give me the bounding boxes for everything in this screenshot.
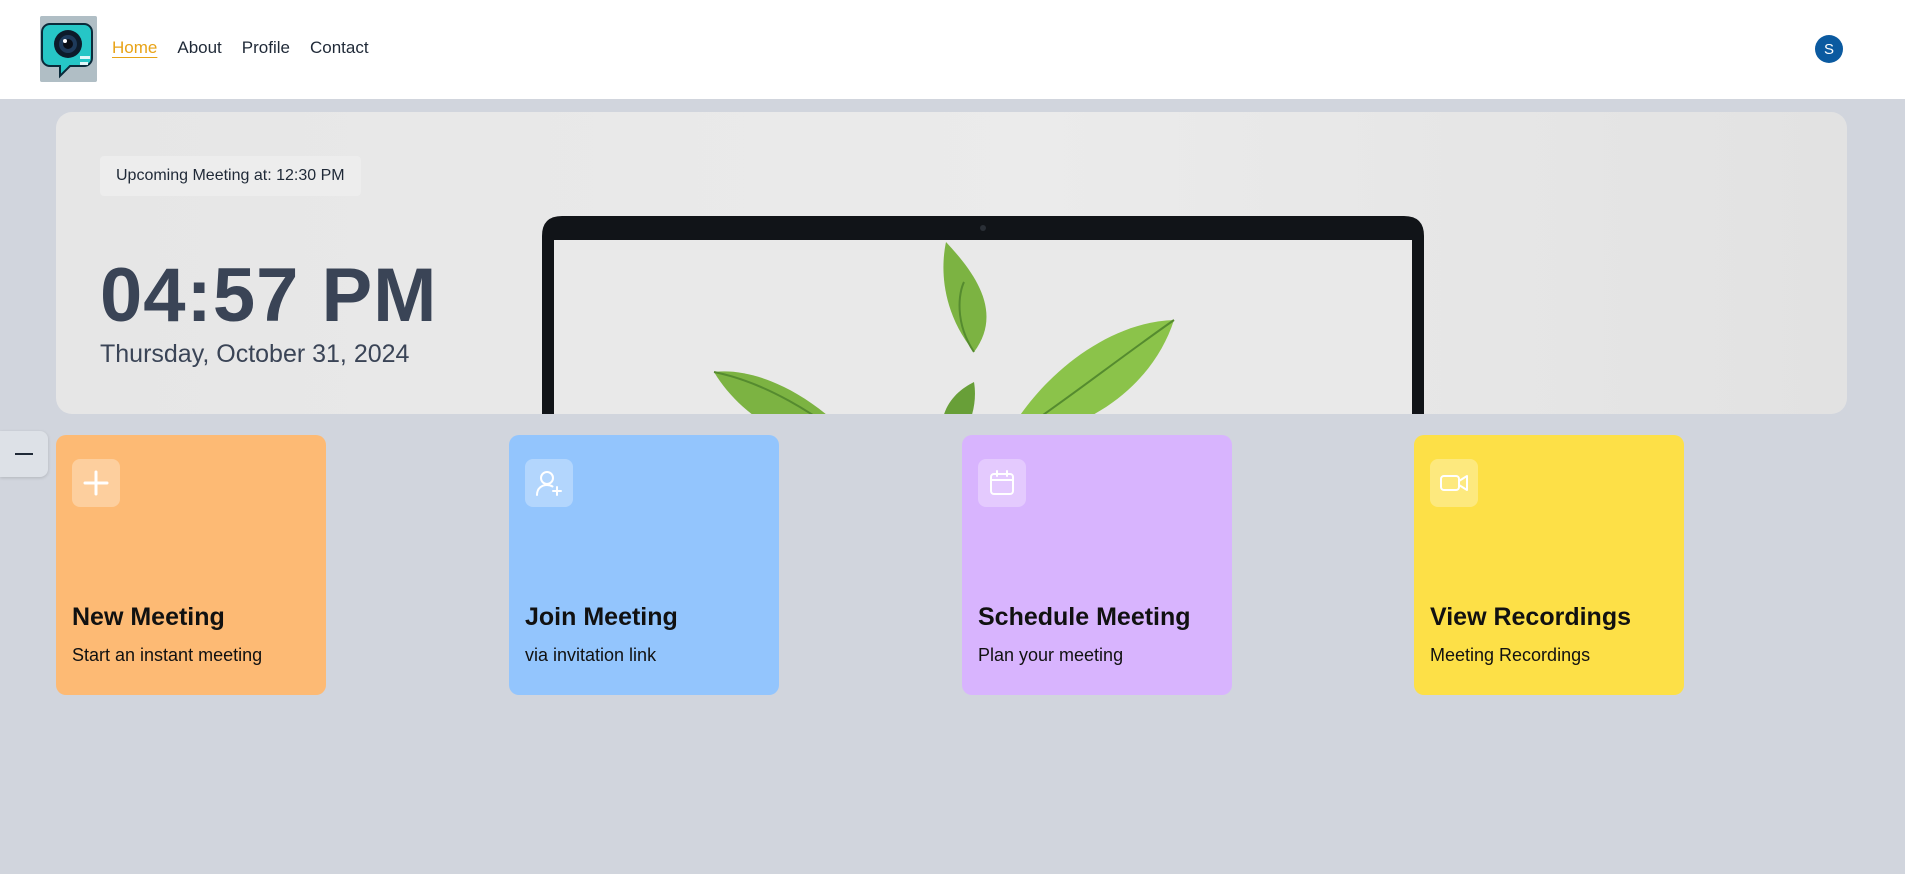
minus-icon — [15, 453, 33, 455]
user-avatar[interactable]: S — [1815, 35, 1843, 63]
user-plus-icon — [525, 459, 573, 507]
card-subtitle: Meeting Recordings — [1430, 645, 1591, 665]
sidebar-collapse-button[interactable] — [0, 431, 48, 477]
app-logo[interactable] — [40, 16, 97, 82]
nav-about-link[interactable]: About — [177, 38, 221, 58]
card-subtitle: via invitation link — [525, 645, 657, 665]
card-title: Join Meeting — [525, 603, 678, 631]
hero-banner: Upcoming Meeting at: 12:30 PM 04:57 PM T… — [56, 112, 1847, 414]
calendar-icon — [978, 459, 1026, 507]
main-nav: Home About Profile Contact — [112, 38, 369, 58]
laptop-plant-image — [542, 216, 1424, 414]
join-meeting-card[interactable]: Join Meeting via invitation link — [509, 435, 779, 695]
new-meeting-card[interactable]: New Meeting Start an instant meeting — [56, 435, 326, 695]
card-title: New Meeting — [72, 603, 225, 631]
top-navbar: Home About Profile Contact S — [0, 0, 1905, 99]
card-title: View Recordings — [1430, 603, 1631, 631]
nav-contact-link[interactable]: Contact — [310, 38, 369, 58]
video-icon — [1430, 459, 1478, 507]
plus-icon — [72, 459, 120, 507]
current-time: 04:57 PM — [100, 253, 438, 338]
upcoming-meeting-badge: Upcoming Meeting at: 12:30 PM — [100, 156, 361, 196]
current-date: Thursday, October 31, 2024 — [100, 340, 410, 368]
nav-profile-link[interactable]: Profile — [242, 38, 290, 58]
nav-home-link[interactable]: Home — [112, 38, 157, 58]
view-recordings-card[interactable]: View Recordings Meeting Recordings — [1414, 435, 1684, 695]
card-subtitle: Start an instant meeting — [72, 645, 263, 665]
card-subtitle: Plan your meeting — [978, 645, 1124, 665]
schedule-meeting-card[interactable]: Schedule Meeting Plan your meeting — [962, 435, 1232, 695]
card-title: Schedule Meeting — [978, 603, 1191, 631]
